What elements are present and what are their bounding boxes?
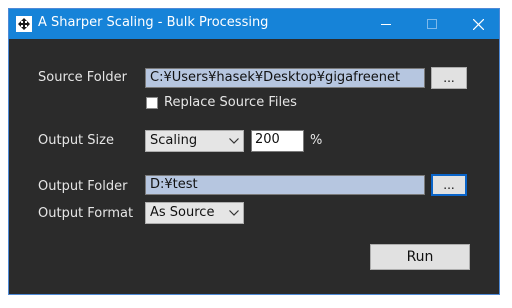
source-browse-button[interactable]: ... (431, 67, 467, 89)
output-size-unit: % (310, 133, 323, 148)
output-folder-input[interactable]: D:¥test (145, 175, 425, 195)
output-format-label: Output Format (38, 206, 134, 221)
title-bar[interactable]: A Sharper Scaling - Bulk Processing (9, 9, 499, 39)
bulk-processing-window: A Sharper Scaling - Bulk Processing Sour… (8, 8, 500, 295)
output-folder-label: Output Folder (38, 179, 128, 194)
maximize-icon (427, 19, 437, 29)
minimize-icon (381, 24, 391, 25)
app-icon (16, 16, 32, 32)
output-size-mode-value: Scaling (150, 133, 198, 148)
source-folder-input[interactable]: C:¥Users¥hasek¥Desktop¥gigafreenet (145, 68, 425, 88)
output-browse-button[interactable]: ... (431, 174, 467, 196)
output-size-mode-select[interactable]: Scaling (145, 130, 244, 152)
window-title: A Sharper Scaling - Bulk Processing (38, 15, 269, 30)
close-button[interactable] (455, 9, 501, 39)
close-icon (472, 18, 484, 30)
minimize-button[interactable] (363, 9, 409, 39)
replace-source-label: Replace Source Files (164, 95, 297, 110)
run-button[interactable]: Run (370, 244, 470, 270)
output-format-value: As Source (150, 205, 215, 220)
replace-source-checkbox[interactable] (146, 97, 158, 109)
output-size-value-input[interactable]: 200 (251, 130, 304, 152)
output-size-label: Output Size (38, 133, 114, 148)
chevron-down-icon (229, 210, 239, 216)
output-format-select[interactable]: As Source (145, 202, 244, 224)
chevron-down-icon (229, 138, 239, 144)
source-folder-label: Source Folder (38, 70, 127, 85)
maximize-button[interactable] (409, 9, 455, 39)
